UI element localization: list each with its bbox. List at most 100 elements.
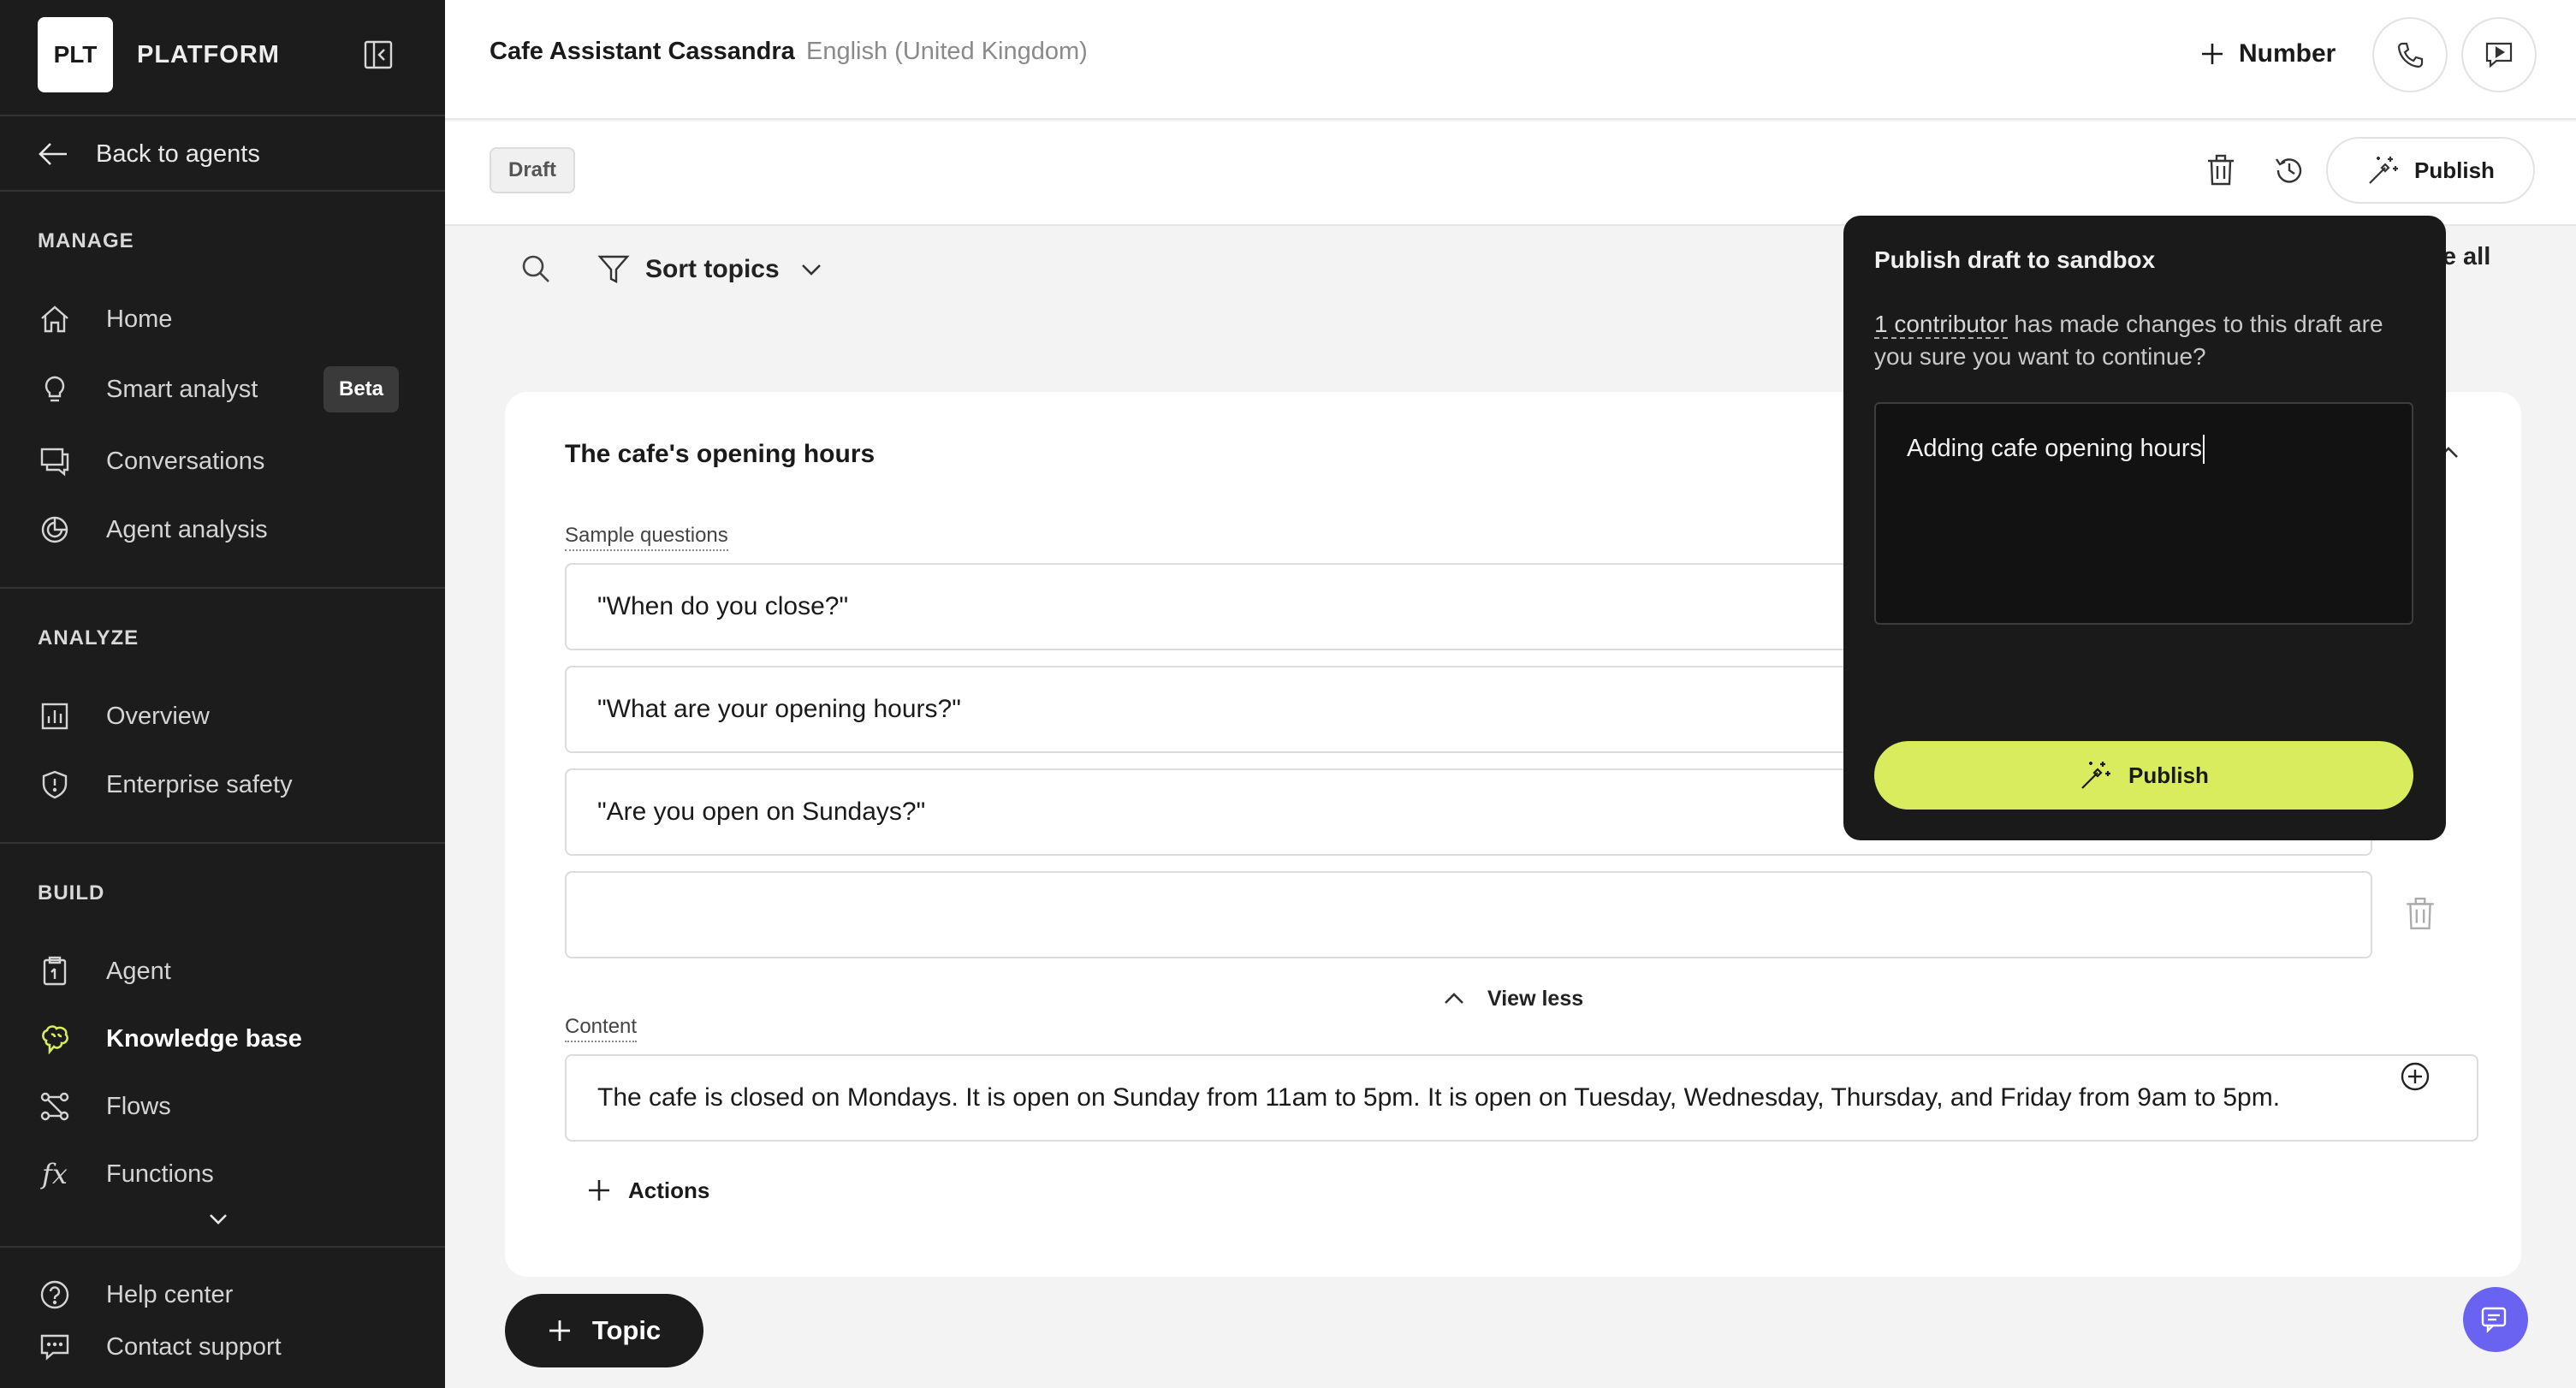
nav-label: Contact support <box>106 1332 282 1361</box>
new-sample-question-input[interactable] <box>565 871 2372 958</box>
conversations-icon <box>38 444 72 478</box>
content-field[interactable]: The cafe is closed on Mondays. It is ope… <box>565 1054 2478 1142</box>
lightbulb-icon <box>38 372 72 406</box>
chat-icon <box>2481 1307 2507 1333</box>
collapse-sidebar-icon[interactable] <box>363 39 394 70</box>
section-manage: MANAGE <box>38 229 134 252</box>
flows-icon <box>38 1089 72 1124</box>
topic-title[interactable]: The cafe's opening hours <box>565 440 875 469</box>
nav-label: Agent analysis <box>106 515 268 543</box>
search-icon[interactable] <box>520 253 551 288</box>
arrow-left-icon <box>39 143 67 165</box>
phone-icon <box>2397 42 2424 68</box>
view-less-button[interactable]: View less <box>1441 977 1583 1020</box>
nav-label: Knowledge base <box>106 1024 302 1053</box>
nav-label: Flows <box>106 1092 171 1120</box>
back-to-agents-link[interactable]: Back to agents <box>38 137 260 171</box>
divider <box>0 587 445 589</box>
sample-questions-label: Sample questions <box>565 524 728 551</box>
magic-wand-icon <box>2369 157 2399 184</box>
nav-item-enterprise-safety[interactable]: Enterprise safety <box>38 763 293 806</box>
publish-note-value: Adding cafe opening hours <box>1907 435 2203 462</box>
function-icon: fx <box>42 1158 68 1190</box>
nav-item-agent[interactable]: Agent <box>38 950 171 993</box>
add-number-button[interactable]: Number <box>2199 33 2336 75</box>
view-less-label: View less <box>1487 986 1584 1011</box>
nav-label: Overview <box>106 702 210 730</box>
magic-wand-icon <box>2081 762 2111 789</box>
nav-label: Help center <box>106 1280 234 1308</box>
brand[interactable]: PLT PLATFORM <box>38 17 280 92</box>
agent-language: English (United Kingdom) <box>806 38 1088 65</box>
publish-label: Publish <box>2414 157 2495 183</box>
nav-item-agent-analysis[interactable]: Agent analysis <box>38 508 268 551</box>
sort-topics-dropdown[interactable]: Sort topics <box>597 248 824 291</box>
content-label: Content <box>565 1015 638 1042</box>
brand-name: PLATFORM <box>137 40 280 68</box>
status-badge: Draft <box>490 147 575 193</box>
nav-item-overview[interactable]: Overview <box>38 695 210 738</box>
nav-item-knowledge-base[interactable]: Knowledge base <box>38 1017 302 1060</box>
add-topic-label: Topic <box>591 1315 662 1345</box>
nav-label: Home <box>106 305 173 333</box>
back-label: Back to agents <box>96 139 260 168</box>
brain-icon <box>38 1022 72 1056</box>
popover-message: 1 contributor has made changes to this d… <box>1874 308 2422 373</box>
nav-item-smart-analyst[interactable]: Smart analyst <box>38 368 258 411</box>
delete-question-icon[interactable] <box>2405 897 2439 931</box>
publish-button[interactable]: Publish <box>2326 137 2535 204</box>
confirm-publish-button[interactable]: Publish <box>1874 741 2413 810</box>
plus-icon <box>549 1320 570 1341</box>
nav-item-flows[interactable]: Flows <box>38 1085 171 1128</box>
delete-draft-button[interactable] <box>2199 149 2242 192</box>
divider <box>0 842 445 844</box>
divider <box>0 190 445 192</box>
nav-item-help-center[interactable]: Help center <box>38 1273 233 1316</box>
trash-icon <box>2208 154 2234 186</box>
nav-label: Functions <box>106 1160 214 1188</box>
nav-item-contact-support[interactable]: Contact support <box>38 1326 282 1368</box>
chat-fab[interactable] <box>2463 1287 2528 1352</box>
history-button[interactable] <box>2268 149 2311 192</box>
support-chat-icon <box>38 1330 72 1364</box>
sidebar: PLT PLATFORM Back to agents MANAGE Home … <box>0 0 445 1388</box>
add-actions-button[interactable]: Actions <box>587 1169 709 1212</box>
plus-icon <box>2202 44 2223 64</box>
chevron-down-icon[interactable] <box>205 1207 231 1232</box>
nav-item-functions[interactable]: fx Functions <box>38 1153 214 1195</box>
divider <box>0 1246 445 1248</box>
number-label: Number <box>2239 39 2336 68</box>
bar-chart-icon <box>38 699 72 733</box>
draft-bar: Draft Publish <box>445 122 2576 226</box>
plus-icon <box>589 1180 609 1201</box>
chat-play-icon <box>2485 42 2513 68</box>
actions-label: Actions <box>628 1177 710 1203</box>
add-topic-button[interactable]: Topic <box>505 1294 703 1367</box>
history-icon <box>2276 158 2302 183</box>
chevron-down-icon <box>801 264 821 276</box>
sort-topics-label: Sort topics <box>645 255 780 283</box>
shield-icon <box>38 768 72 802</box>
nav-item-home[interactable]: Home <box>38 298 172 341</box>
divider <box>0 115 445 116</box>
section-analyze: ANALYZE <box>38 626 139 650</box>
popover-title: Publish draft to sandbox <box>1874 246 2156 273</box>
chat-preview-button[interactable] <box>2461 17 2537 92</box>
help-icon <box>38 1278 72 1312</box>
text-caret <box>2203 435 2205 465</box>
nav-label: Conversations <box>106 447 265 475</box>
nav-label: Agent <box>106 957 171 985</box>
nav-item-conversations[interactable]: Conversations <box>38 440 264 483</box>
section-build: BUILD <box>38 881 105 905</box>
publish-note-textarea[interactable]: Adding cafe opening hours <box>1874 402 2413 625</box>
confirm-publish-label: Publish <box>2128 762 2209 788</box>
publish-popover: Publish draft to sandbox 1 contributor h… <box>1843 216 2446 840</box>
home-icon <box>38 302 72 336</box>
top-bar: Cafe Assistant Cassandra English (United… <box>445 0 2576 120</box>
contributor-link[interactable]: 1 contributor <box>1874 311 2008 339</box>
add-circle-icon[interactable] <box>2400 1061 2431 1096</box>
filter-icon <box>597 255 630 283</box>
call-button[interactable] <box>2372 17 2448 92</box>
nav-label: Smart analyst <box>106 375 258 403</box>
logo: PLT <box>38 17 113 92</box>
